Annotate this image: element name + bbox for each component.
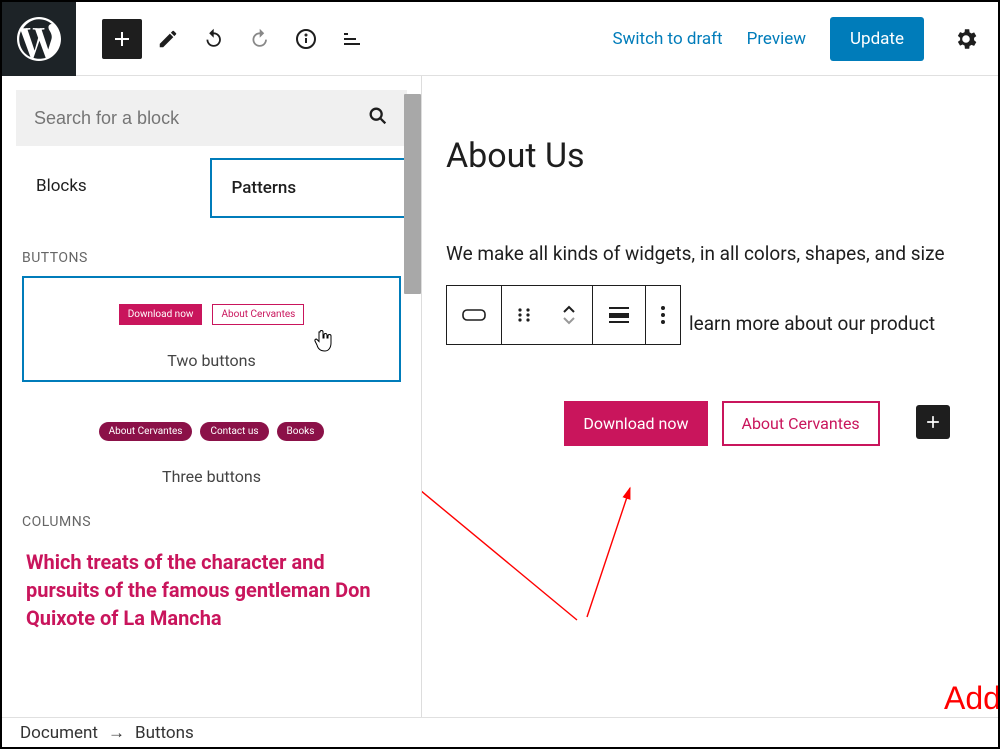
- section-label-buttons: BUTTONS: [22, 250, 401, 266]
- breadcrumb: Document → Buttons: [2, 717, 998, 747]
- mini-btn-download: Download now: [119, 304, 203, 325]
- add-block-button[interactable]: [102, 19, 142, 59]
- search-input[interactable]: [34, 108, 367, 129]
- info-button[interactable]: [286, 19, 326, 59]
- breadcrumb-leaf[interactable]: Buttons: [135, 723, 194, 743]
- page-title[interactable]: About Us: [446, 136, 998, 176]
- breadcrumb-arrow-icon: →: [108, 723, 125, 743]
- pattern-three-buttons[interactable]: About Cervantes Contact us Books Three b…: [22, 400, 401, 496]
- undo-button[interactable]: [194, 19, 234, 59]
- tab-patterns[interactable]: Patterns: [210, 158, 408, 218]
- more-options-button[interactable]: [646, 286, 680, 344]
- about-cervantes-button[interactable]: About Cervantes: [722, 401, 880, 446]
- download-now-button[interactable]: Download now: [564, 401, 707, 446]
- update-button[interactable]: Update: [830, 17, 924, 61]
- chevron-up-icon[interactable]: [562, 304, 576, 314]
- move-buttons[interactable]: [546, 286, 593, 344]
- tab-blocks[interactable]: Blocks: [16, 158, 210, 218]
- search-icon: [367, 105, 389, 131]
- breadcrumb-root[interactable]: Document: [20, 723, 98, 743]
- annotation-label: Add Buttons: [944, 680, 998, 717]
- preview-link[interactable]: Preview: [747, 29, 806, 49]
- pattern-two-buttons[interactable]: Download now About Cervantes Two buttons: [22, 276, 401, 382]
- paragraph-2[interactable]: learn more about our product: [689, 312, 935, 335]
- pattern-caption: Two buttons: [34, 351, 389, 370]
- paragraph-1[interactable]: We make all kinds of widgets, in all col…: [446, 242, 998, 265]
- switch-to-draft-link[interactable]: Switch to draft: [613, 29, 723, 49]
- wordpress-logo[interactable]: [2, 2, 76, 76]
- inserter-scrollbar[interactable]: [404, 94, 421, 294]
- editor-topbar: Switch to draft Preview Update: [2, 2, 998, 76]
- editor-canvas: About Us We make all kinds of widgets, i…: [422, 76, 998, 717]
- inline-add-button[interactable]: [916, 405, 950, 439]
- justify-button[interactable]: [593, 286, 646, 344]
- topbar-right-tools: Switch to draft Preview Update: [613, 17, 998, 61]
- pill-about: About Cervantes: [99, 422, 193, 441]
- inserted-buttons-block[interactable]: Download now About Cervantes: [564, 401, 879, 446]
- drag-handle[interactable]: [502, 286, 546, 344]
- pill-books: Books: [277, 422, 325, 441]
- mini-btn-about: About Cervantes: [212, 304, 304, 325]
- edit-tool-button[interactable]: [148, 19, 188, 59]
- block-type-button[interactable]: [447, 286, 502, 344]
- section-label-columns: COLUMNS: [22, 514, 401, 530]
- pattern-columns-preview[interactable]: Which treats of the character and pursui…: [22, 540, 401, 640]
- outline-button[interactable]: [332, 19, 372, 59]
- block-toolbar: [446, 285, 681, 345]
- block-inserter-panel: Blocks Patterns BUTTONS Download now Abo…: [2, 76, 422, 717]
- pill-contact: Contact us: [200, 422, 268, 441]
- inserter-tabs: Blocks Patterns: [16, 158, 407, 218]
- topbar-left-tools: [76, 19, 372, 59]
- redo-button[interactable]: [240, 19, 280, 59]
- block-search: [16, 90, 407, 146]
- pattern-caption: Three buttons: [32, 467, 391, 486]
- settings-gear-icon[interactable]: [948, 26, 984, 52]
- chevron-down-icon[interactable]: [562, 316, 576, 326]
